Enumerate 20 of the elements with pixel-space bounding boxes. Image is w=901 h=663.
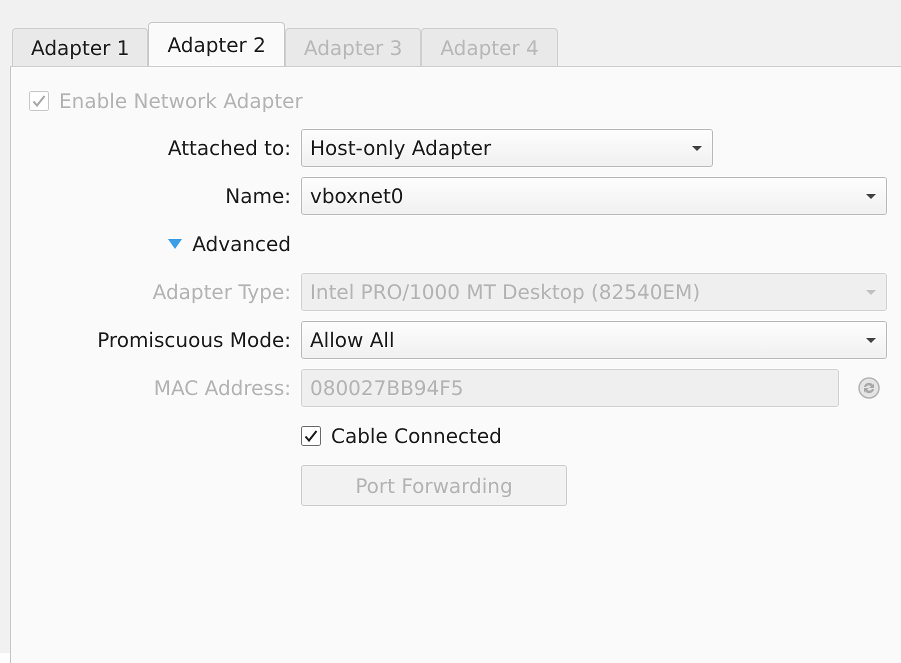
field-label: MAC Address:: [154, 376, 291, 400]
expander[interactable]: Advanced: [168, 232, 291, 256]
caret-icon: [866, 290, 876, 294]
dropdown[interactable]: Allow All: [301, 321, 887, 359]
tab[interactable]: Adapter 1: [12, 28, 148, 66]
checkbox-label: Enable Network Adapter: [59, 89, 303, 113]
caret-icon: [866, 338, 876, 342]
checkbox[interactable]: [301, 426, 321, 446]
triangle-icon: [168, 239, 182, 249]
field-label: Attached to:: [168, 136, 291, 160]
field-label: Adapter Type:: [152, 280, 291, 304]
field-label: Name:: [225, 184, 291, 208]
refresh-icon[interactable]: [857, 376, 881, 400]
dropdown[interactable]: vboxnet0: [301, 177, 887, 215]
field-label: Promiscuous Mode:: [97, 328, 291, 352]
dropdown[interactable]: Host-only Adapter: [301, 129, 713, 167]
caret-icon: [866, 194, 876, 198]
caret-icon: [692, 146, 702, 150]
checkbox-label: Cable Connected: [331, 424, 502, 448]
tab[interactable]: Adapter 2: [148, 22, 285, 66]
